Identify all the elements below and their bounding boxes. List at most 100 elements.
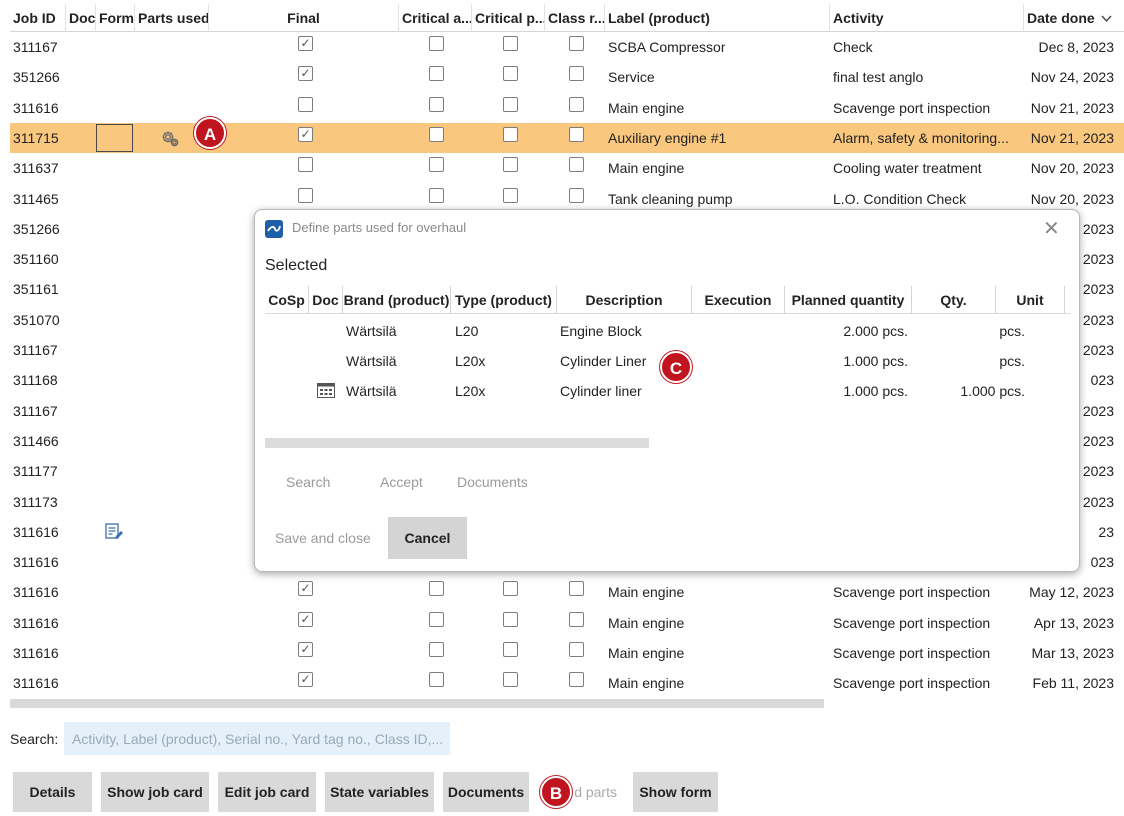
checkbox-final[interactable]: ✓ (298, 642, 313, 657)
form-edit-icon[interactable] (104, 522, 124, 542)
job-id-cell: 351070 (13, 311, 60, 328)
col-cosp[interactable]: CoSp (265, 286, 309, 314)
checkbox-critical-p[interactable] (503, 642, 518, 657)
table-row-selected[interactable]: 311715 ✓ Auxiliary engine #1 Alarm, safety … (10, 122, 1124, 153)
checkbox-critical-p[interactable] (503, 581, 518, 597)
col-date-done[interactable]: Date done (1024, 4, 1124, 32)
col-execution[interactable]: Execution (692, 286, 785, 314)
checkbox-critical-a[interactable] (429, 157, 444, 173)
checkbox-class-r[interactable] (569, 187, 584, 203)
checkbox-critical-p[interactable] (503, 672, 518, 688)
checkbox-final[interactable]: ✓ (298, 36, 313, 51)
form-cell-editor[interactable] (96, 123, 133, 152)
col-final[interactable]: Final (209, 4, 399, 32)
grid-icon[interactable] (317, 383, 335, 398)
checkbox-final[interactable] (298, 157, 313, 173)
activity-cell: Cooling water treatment (833, 160, 982, 177)
activity-cell: Scavenge port inspection (833, 99, 991, 116)
checkbox-class-r[interactable] (569, 96, 584, 112)
search-input[interactable] (64, 722, 450, 755)
col-doc[interactable]: Doc (309, 286, 343, 314)
table-row[interactable]: 311637 Main engine Cooling water treatment… (10, 153, 1124, 183)
col-parts-used[interactable]: Parts used (135, 4, 209, 32)
documents-button[interactable]: Documents (443, 772, 529, 812)
checkbox-final[interactable]: ✓ (298, 581, 313, 597)
checkbox-class-r[interactable] (569, 126, 584, 142)
checkbox-critical-p[interactable] (503, 96, 518, 112)
col-activity[interactable]: Activity (830, 4, 1024, 32)
checkbox-critical-a[interactable] (429, 36, 444, 51)
checkbox-final[interactable]: ✓ (298, 672, 313, 688)
col-planned-quantity[interactable]: Planned quantity (785, 286, 912, 314)
col-critical-a[interactable]: Critical a... (399, 4, 472, 32)
checkbox-critical-a[interactable] (429, 66, 444, 82)
col-unit[interactable]: Unit (996, 286, 1065, 314)
dialog-search-button[interactable]: Search (286, 474, 330, 490)
edit-job-card-button[interactable]: Edit job card (218, 772, 316, 812)
checkbox-class-r[interactable] (569, 672, 584, 688)
table-row[interactable]: 311616 Main engine Scavenge port inspectio… (10, 93, 1124, 123)
checkbox-critical-a[interactable] (429, 581, 444, 597)
dialog-horizontal-scrollbar[interactable] (265, 438, 649, 448)
checkbox-critical-a[interactable] (429, 672, 444, 688)
col-brand[interactable]: Brand (product) (343, 286, 451, 314)
checkbox-critical-p[interactable] (503, 36, 518, 51)
col-doc[interactable]: Doc (66, 4, 96, 32)
checkbox-class-r[interactable] (569, 642, 584, 657)
col-type[interactable]: Type (product) (451, 286, 557, 314)
checkbox-critical-p[interactable] (503, 611, 518, 627)
search-label: Search: (10, 731, 59, 747)
col-class-r[interactable]: Class r... (545, 4, 605, 32)
col-critical-p[interactable]: Critical p... (472, 4, 545, 32)
brand-cell: Wärtsilä (346, 383, 397, 399)
col-qty[interactable]: Qty. (912, 286, 996, 314)
table-row[interactable]: 311616 ✓ Main engine Scavenge port inspecti… (10, 668, 1124, 698)
checkbox-final[interactable]: ✓ (298, 611, 313, 627)
checkbox-critical-p[interactable] (503, 66, 518, 82)
save-and-close-button[interactable]: Save and close (275, 530, 371, 546)
parts-row[interactable]: Wärtsilä L20 Engine Block 2.000 pcs. pcs… (265, 316, 1071, 346)
checkbox-final[interactable]: ✓ (298, 66, 313, 82)
description-cell: Engine Block (560, 323, 642, 339)
checkbox-critical-a[interactable] (429, 187, 444, 203)
dialog-accept-button[interactable]: Accept (380, 474, 423, 490)
show-form-button[interactable]: Show form (633, 772, 718, 812)
checkbox-critical-a[interactable] (429, 96, 444, 112)
col-form[interactable]: Form (96, 4, 135, 32)
dialog-documents-button[interactable]: Documents (457, 474, 528, 490)
job-id-cell: 311167 (13, 342, 58, 358)
table-row[interactable]: 311616 ✓ Main engine Scavenge port inspecti… (10, 638, 1124, 668)
table-row[interactable]: 311616 ✓ Main engine Scavenge port inspecti… (10, 608, 1124, 638)
checkbox-critical-a[interactable] (429, 611, 444, 627)
checkbox-class-r[interactable] (569, 157, 584, 173)
state-variables-button[interactable]: State variables (325, 772, 434, 812)
col-planned-quantity-label: Planned quantity (791, 292, 905, 308)
unit-cell: pcs. (999, 353, 1025, 369)
checkbox-critical-p[interactable] (503, 187, 518, 203)
details-button[interactable]: Details (13, 772, 92, 812)
checkbox-class-r[interactable] (569, 66, 584, 82)
checkbox-class-r[interactable] (569, 611, 584, 627)
grid-horizontal-scrollbar[interactable] (10, 699, 824, 708)
table-row[interactable]: 311167 ✓ SCBA Compressor Check Dec 8, 2023 (10, 32, 1124, 62)
table-row[interactable]: 311616 ✓ Main engine Scavenge port inspecti… (10, 577, 1124, 607)
job-id-cell: 311616 (13, 554, 59, 571)
table-row[interactable]: 351266 ✓ Service final test anglo Nov 24, 20… (10, 62, 1124, 92)
cancel-button[interactable]: Cancel (388, 517, 467, 559)
chevron-down-icon[interactable] (1101, 5, 1112, 32)
checkbox-critical-p[interactable] (503, 157, 518, 173)
close-icon[interactable]: ✕ (1043, 216, 1060, 241)
col-label-product[interactable]: Label (product) (605, 4, 830, 32)
checkbox-class-r[interactable] (569, 581, 584, 597)
checkbox-critical-a[interactable] (429, 126, 444, 142)
gear-icon[interactable] (160, 128, 180, 148)
show-job-card-button[interactable]: Show job card (101, 772, 209, 812)
checkbox-final[interactable]: ✓ (298, 126, 313, 142)
col-description[interactable]: Description (557, 286, 692, 314)
col-job-id[interactable]: Job ID (10, 4, 66, 32)
checkbox-final[interactable] (298, 96, 313, 112)
checkbox-critical-a[interactable] (429, 642, 444, 657)
checkbox-class-r[interactable] (569, 36, 584, 51)
checkbox-final[interactable] (298, 187, 313, 203)
checkbox-critical-p[interactable] (503, 126, 518, 142)
